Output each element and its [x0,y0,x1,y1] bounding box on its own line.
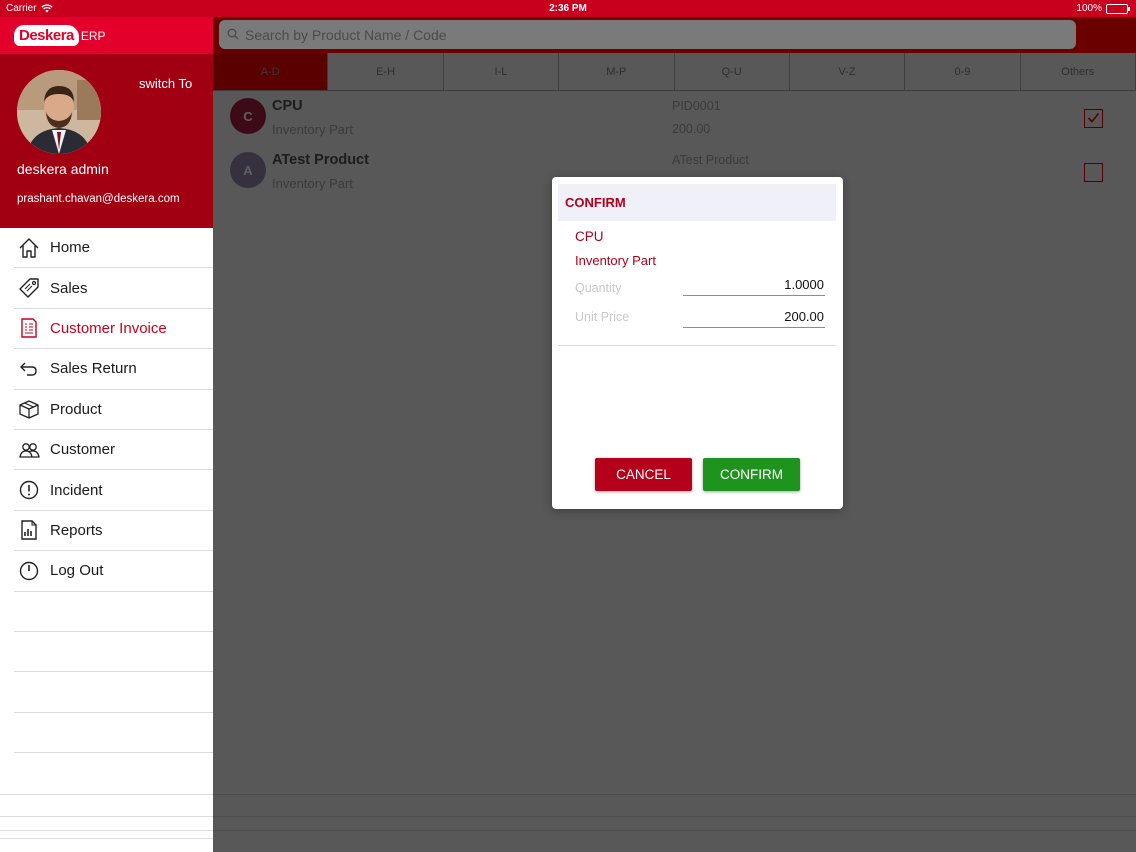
tab-q-u[interactable]: Q-U [675,53,790,90]
product-initial-badge: A [230,152,266,188]
sidebar: Deskera ERP switch To deskera admin pras… [0,17,213,852]
tab-i-l[interactable]: I-L [444,53,560,90]
product-name: CPU [272,98,303,114]
menu-item-sales[interactable]: Sales [14,268,213,309]
return-arrow-icon [14,358,50,380]
unit-price-label: Unit Price [575,310,630,324]
logo-suffix: ERP [80,28,106,43]
tab-others[interactable]: Others [1021,53,1136,90]
tab-m-p[interactable]: M-P [559,53,675,90]
menu-item-label: Customer [50,441,116,459]
search-bar [213,17,1136,53]
search-input[interactable] [245,26,1045,43]
checkmark-icon [1087,112,1100,123]
product-checkbox-checked[interactable] [1084,109,1103,128]
user-email: prashant.chavan@deskera.com [17,193,180,205]
cancel-button[interactable]: CANCEL [595,458,692,491]
tab-e-h[interactable]: E-H [328,53,444,90]
product-type: Inventory Part [272,176,353,191]
product-code: PID0001 [672,99,721,113]
tag-icon [14,277,50,299]
dialog-divider [558,345,836,346]
power-icon [14,560,50,582]
menu-item-label: Customer Invoice [50,319,167,337]
deskera-logo: Deskera ERP [14,25,106,46]
menu-item-label: Log Out [50,562,104,580]
quantity-label: Quantity [575,281,622,295]
search-icon [227,27,239,43]
product-initial-badge: C [230,98,266,134]
sidebar-footer [0,792,213,852]
report-icon [14,519,50,541]
menu-item-reports[interactable]: Reports [14,511,213,552]
user-name: deskera admin [17,161,109,177]
profile-panel: switch To deskera admin prashant.chavan@… [0,54,213,228]
tab-v-z[interactable]: V-Z [790,53,906,90]
home-icon [14,237,50,259]
logo-main: Deskera [14,25,79,46]
dialog-title: CONFIRM [558,184,836,221]
confirm-dialog: CONFIRM CPU Inventory Part Quantity Unit… [552,177,843,509]
menu-spacer [14,632,213,673]
confirm-button[interactable]: CONFIRM [703,458,800,491]
menu-item-home[interactable]: Home [14,228,213,269]
tab-0-9[interactable]: 0-9 [905,53,1021,90]
menu-spacer [14,672,213,713]
menu-item-label: Product [50,400,102,418]
dialog-product-name: CPU [575,229,604,244]
search-box[interactable] [219,20,1076,49]
menu-item-label: Home [50,239,91,257]
box-icon [14,398,50,420]
tab-a-d[interactable]: A-D [213,53,329,90]
quantity-input[interactable] [683,274,825,296]
dialog-product-type: Inventory Part [575,253,656,268]
menu-spacer [14,592,213,632]
clock: 2:36 PM [549,3,587,14]
menu-item-sales-return[interactable]: Sales Return [14,349,213,390]
menu-item-incident[interactable]: Incident [14,470,213,511]
alphabet-tabs: A-D E-H I-L M-P Q-U V-Z 0-9 Others [213,53,1136,91]
product-row[interactable]: C CPU Inventory Part PID0001 200.00 [213,91,1136,145]
battery-percent: 100% [1076,3,1102,14]
menu-item-customer-invoice[interactable]: Customer Invoice [14,309,213,350]
menu-spacer [14,713,213,754]
product-price: 200.00 [672,122,711,136]
switch-to-link[interactable]: switch To [139,76,192,91]
product-name: ATest Product [272,152,369,168]
brand-header: Deskera ERP [0,17,213,54]
product-type: Inventory Part [272,122,353,137]
battery-icon [1106,3,1130,14]
people-icon [14,439,50,461]
product-checkbox[interactable] [1084,163,1103,182]
unit-price-input[interactable] [683,306,825,328]
status-bar: Carrier 2:36 PM 100% [0,0,1136,17]
menu-item-log-out[interactable]: Log Out [14,551,213,592]
menu-item-product[interactable]: Product [14,390,213,430]
avatar[interactable] [17,70,101,154]
menu-item-label: Reports [50,521,103,539]
nav-menu: Home Sales Customer Invoice Sales Return… [0,228,213,754]
invoice-icon [14,317,50,339]
menu-item-label: Incident [50,481,103,499]
menu-item-label: Sales [50,279,88,297]
menu-item-label: Sales Return [50,360,137,378]
menu-item-customer[interactable]: Customer [14,430,213,471]
product-code: ATest Product [672,153,749,167]
battery-indicator: 100% [1076,3,1130,14]
main-footer [213,792,1136,852]
alert-circle-icon [14,479,50,501]
